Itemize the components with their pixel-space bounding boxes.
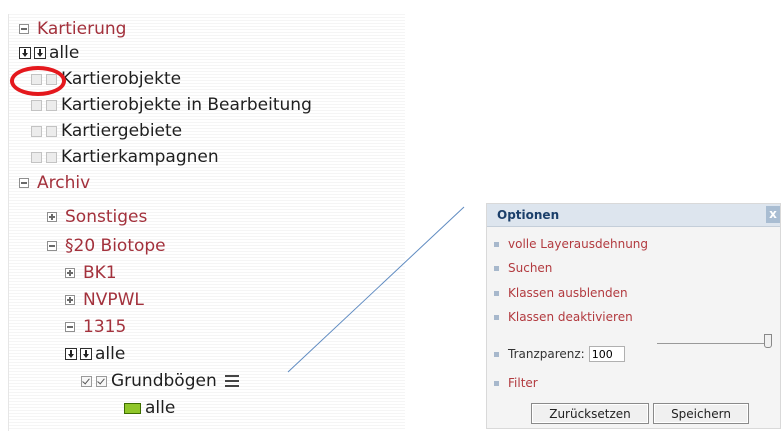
active-checkbox[interactable] <box>96 375 107 387</box>
close-icon[interactable]: x <box>766 206 780 223</box>
reset-button[interactable]: Zurücksetzen <box>531 403 649 424</box>
expand-icon[interactable] <box>47 212 57 222</box>
option-search[interactable]: Suchen <box>494 261 552 275</box>
option-search-label: Suchen <box>508 261 553 275</box>
tree-label-kartierobjekte: Kartierobjekte <box>61 69 182 89</box>
tree-node-alle[interactable]: alle <box>19 40 79 66</box>
tree-label-biotope: §20 Biotope <box>65 236 166 256</box>
expand-icon[interactable] <box>65 268 75 278</box>
arrow-down-icon[interactable] <box>34 47 46 59</box>
option-hide-classes-label: Klassen ausblenden <box>508 286 628 300</box>
options-panel: Optionen x volle Layerausdehnung Suchen … <box>486 203 781 429</box>
tree-label-1315: 1315 <box>83 317 127 337</box>
collapse-icon[interactable] <box>65 322 75 332</box>
menu-icon[interactable] <box>224 375 239 387</box>
collapse-icon[interactable] <box>19 178 29 188</box>
visibility-checkbox[interactable] <box>31 151 42 163</box>
tree-label-grundboegen: Grundbögen <box>111 371 217 391</box>
active-checkbox[interactable] <box>46 73 57 85</box>
tree-node-bk1[interactable]: BK1 <box>65 260 117 286</box>
expand-icon[interactable] <box>65 295 75 305</box>
collapse-icon[interactable] <box>19 24 29 34</box>
option-full-extent[interactable]: volle Layerausdehnung <box>494 237 648 251</box>
option-filter[interactable]: Filter <box>494 376 538 390</box>
tree-node-grundboegen[interactable]: Grundbögen <box>81 368 239 394</box>
visibility-checkbox[interactable] <box>31 73 42 85</box>
option-hide-classes[interactable]: Klassen ausblenden <box>494 286 628 300</box>
active-checkbox[interactable] <box>46 151 57 163</box>
tree-node-kartierobjekte[interactable]: Kartierobjekte <box>31 66 181 92</box>
visibility-checkbox[interactable] <box>81 375 92 387</box>
tree-node-1315[interactable]: 1315 <box>65 314 126 340</box>
option-filter-label: Filter <box>508 376 538 390</box>
active-checkbox[interactable] <box>46 125 57 137</box>
collapse-icon[interactable] <box>47 241 57 251</box>
visibility-checkbox[interactable] <box>31 99 42 111</box>
tree-node-kartierobjekte-bearbeitung[interactable]: Kartierobjekte in Bearbeitung <box>31 92 312 118</box>
transparency-label: Tranzparenz: <box>508 347 585 361</box>
tree-node-1315-alle[interactable]: alle <box>65 341 125 367</box>
option-deactivate-classes-label: Klassen deaktivieren <box>508 310 633 324</box>
tree-label-kartierung: Kartierung <box>37 19 127 39</box>
tree-label-alle: alle <box>95 344 126 364</box>
tree-node-biotope[interactable]: §20 Biotope <box>47 233 166 259</box>
arrow-down-icon[interactable] <box>65 348 77 360</box>
legend-swatch <box>124 402 141 414</box>
bullet-icon <box>494 290 499 296</box>
bullet-icon <box>494 380 499 386</box>
options-panel-title: Optionen <box>497 208 560 222</box>
bullet-icon <box>494 351 499 357</box>
bullet-icon <box>494 265 499 271</box>
tree-label-bk1: BK1 <box>83 263 117 283</box>
transparency-slider-handle[interactable] <box>764 334 772 348</box>
tree-label-kartierobjekte-bearbeitung: Kartierobjekte in Bearbeitung <box>61 95 312 115</box>
arrow-down-icon[interactable] <box>19 47 31 59</box>
tree-node-archiv[interactable]: Archiv <box>19 170 90 196</box>
tree-label-kartierkampagnen: Kartierkampagnen <box>61 147 219 167</box>
legend-class-alle: alle <box>124 395 175 421</box>
arrow-down-icon[interactable] <box>80 348 92 360</box>
tree-label-archiv: Archiv <box>37 173 91 193</box>
tree-label-sonstiges: Sonstiges <box>65 207 148 227</box>
legend-label-alle: alle <box>145 398 176 418</box>
tree-node-kartiergebiete[interactable]: Kartiergebiete <box>31 118 182 144</box>
visibility-checkbox[interactable] <box>31 125 42 137</box>
transparency-slider-track[interactable] <box>657 343 769 344</box>
bullet-icon <box>494 314 499 320</box>
tree-label-kartiergebiete: Kartiergebiete <box>61 121 183 141</box>
tree-node-kartierkampagnen[interactable]: Kartierkampagnen <box>31 144 219 170</box>
options-panel-header: Optionen x <box>487 204 780 227</box>
tree-node-kartierung[interactable]: Kartierung <box>19 16 126 42</box>
tree-node-nvpwl[interactable]: NVPWL <box>65 287 144 313</box>
active-checkbox[interactable] <box>46 99 57 111</box>
bullet-icon <box>494 241 499 247</box>
tree-label-nvpwl: NVPWL <box>83 290 144 310</box>
transparency-row: Tranzparenz: <box>494 346 625 362</box>
option-full-extent-label: volle Layerausdehnung <box>508 237 649 251</box>
save-button[interactable]: Speichern <box>653 403 749 424</box>
transparency-input[interactable] <box>588 346 625 362</box>
tree-node-sonstiges[interactable]: Sonstiges <box>47 204 147 230</box>
tree-label-alle: alle <box>49 43 80 63</box>
layer-tree: Kartierung alle Kartierobjekte Kartierob… <box>8 14 405 431</box>
option-deactivate-classes[interactable]: Klassen deaktivieren <box>494 310 633 324</box>
